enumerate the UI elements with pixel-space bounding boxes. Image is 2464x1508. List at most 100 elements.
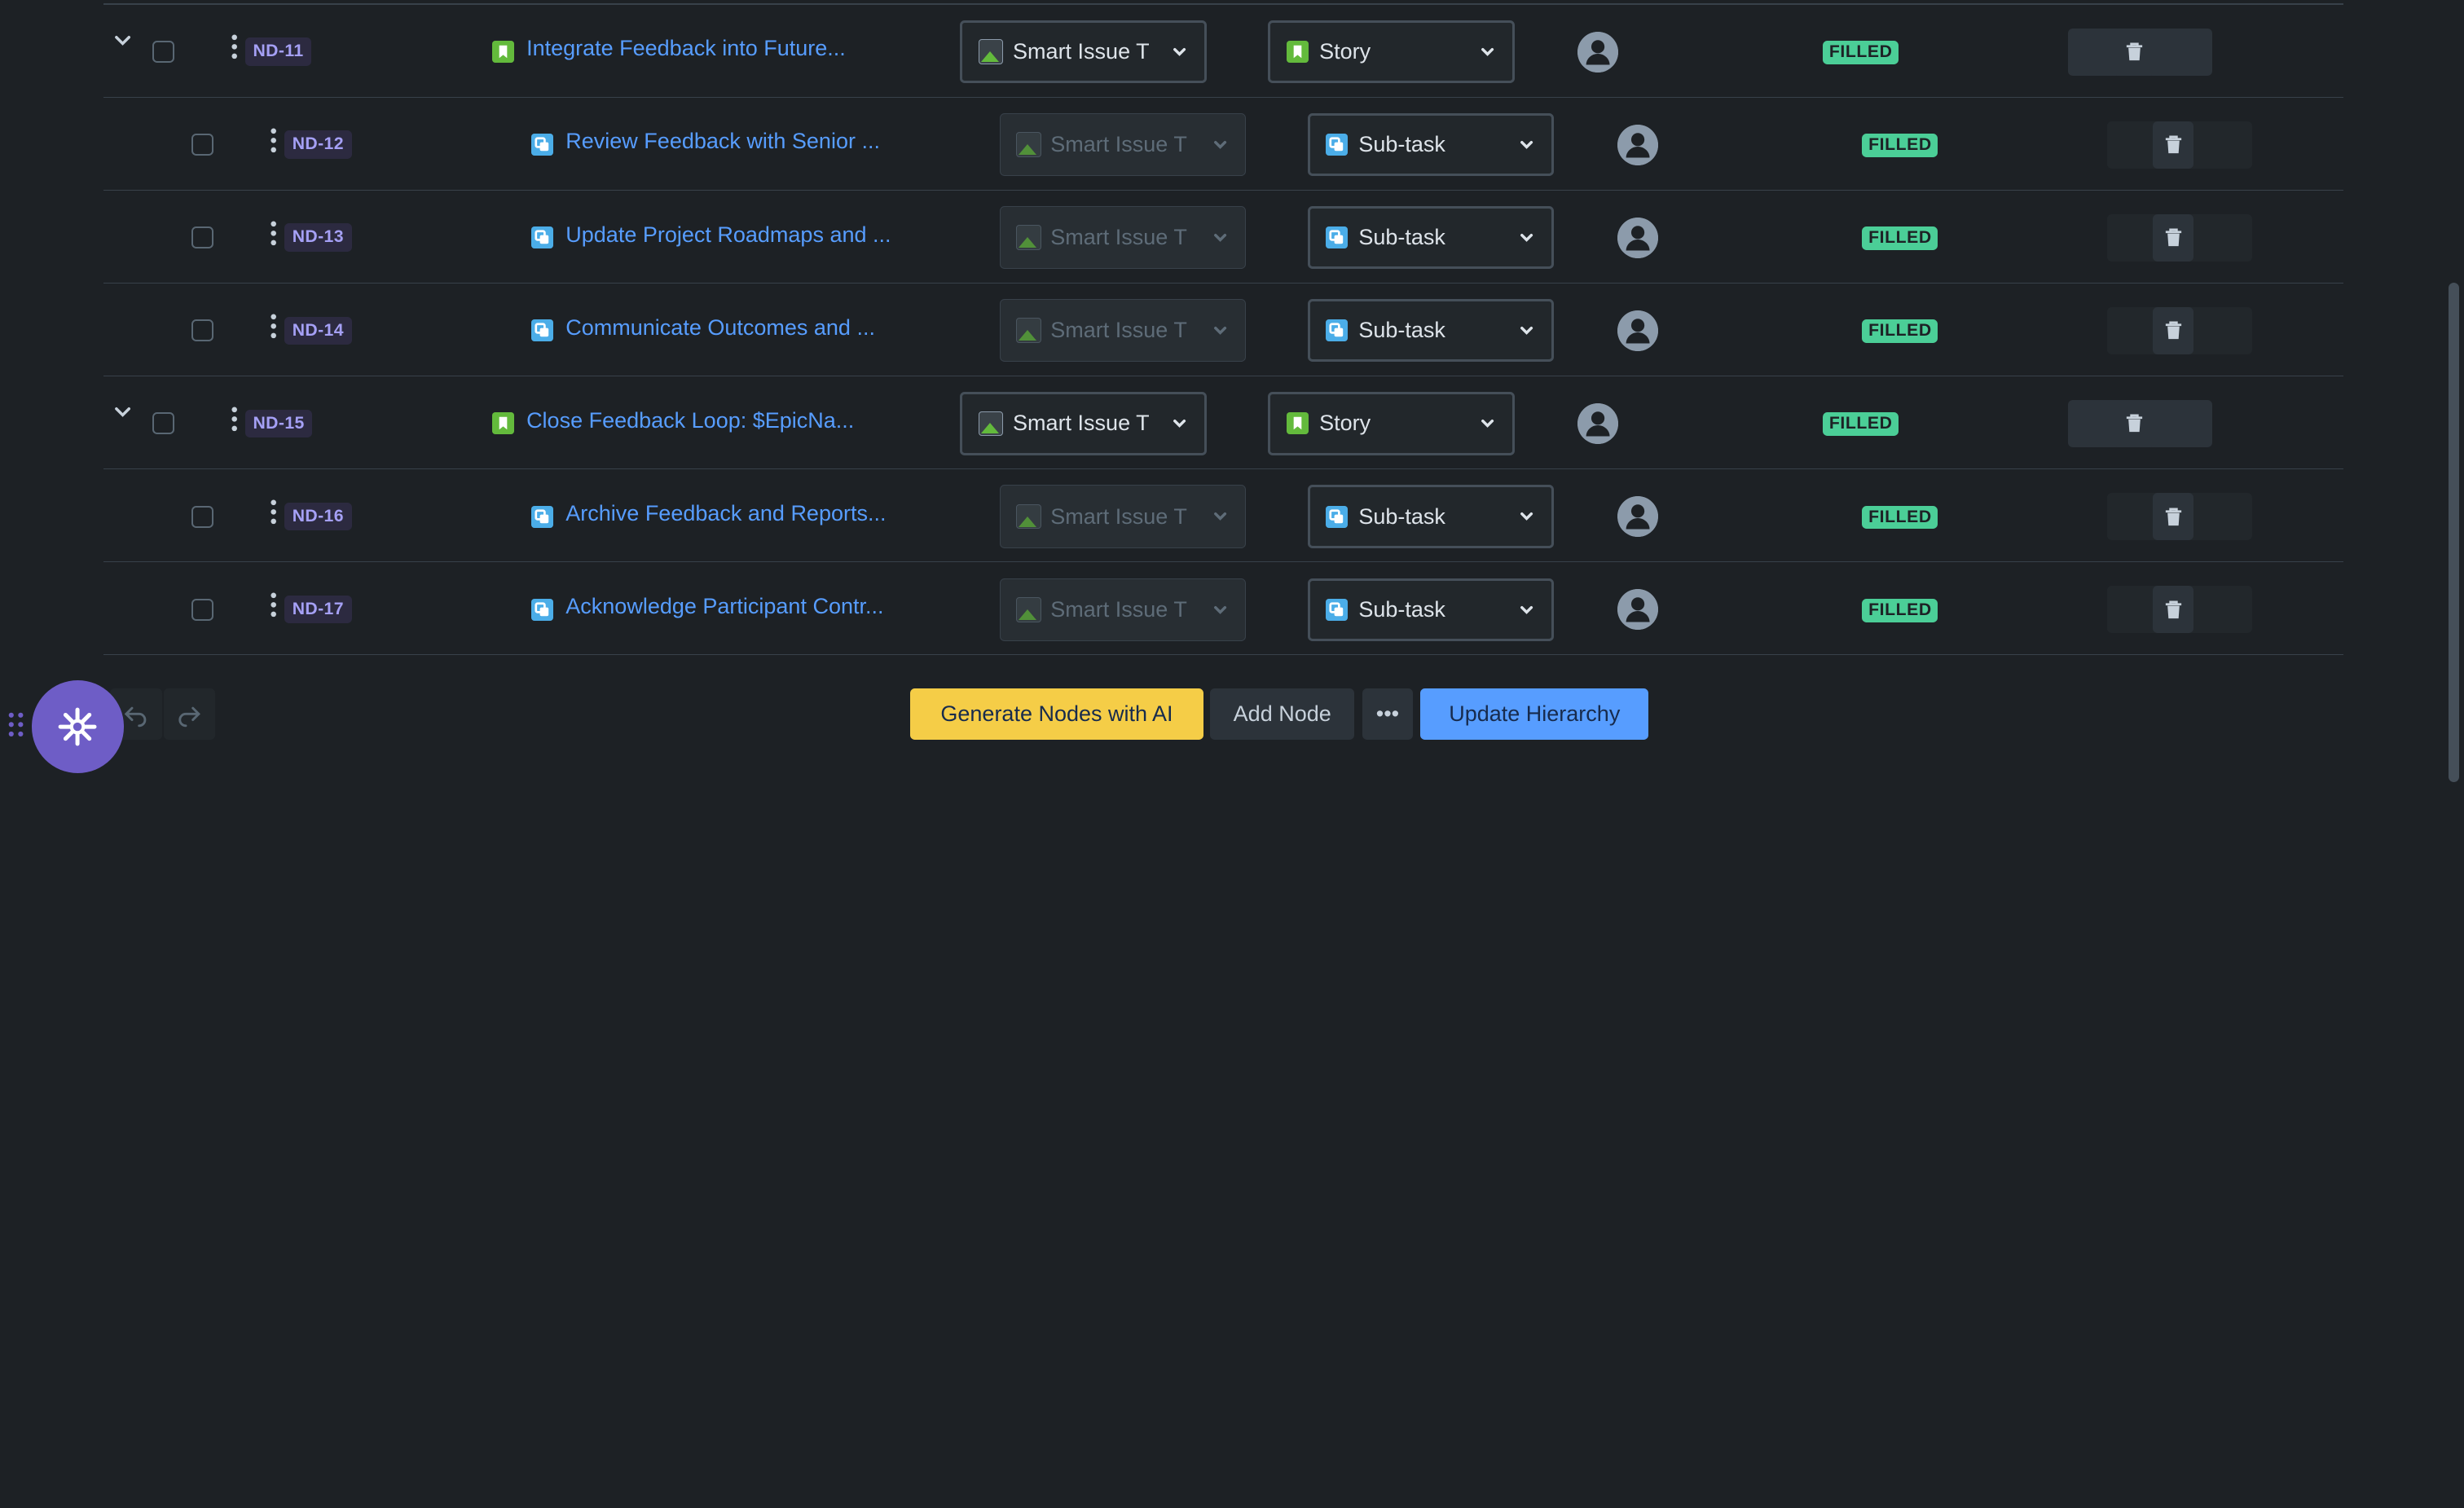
chevron-down-icon xyxy=(1213,512,1227,521)
more-options-button[interactable]: ••• xyxy=(1362,688,1413,741)
undo-icon xyxy=(125,706,147,728)
issue-type-select[interactable]: Sub-task xyxy=(1307,578,1555,641)
assignee-avatar[interactable] xyxy=(1617,495,1658,538)
drag-handle-icon[interactable] xyxy=(267,219,279,248)
issue-type-select[interactable]: Sub-task xyxy=(1307,485,1555,548)
assignee-avatar[interactable] xyxy=(1577,402,1619,444)
subtask-icon xyxy=(530,319,553,342)
drag-handle-icon[interactable] xyxy=(228,33,240,61)
row-checkbox[interactable] xyxy=(191,505,214,528)
assignee-avatar[interactable] xyxy=(1617,217,1658,258)
generate-nodes-button[interactable]: Generate Nodes with AI xyxy=(909,688,1204,741)
assistant-fab-button[interactable] xyxy=(31,680,125,773)
issue-type-select-value: Story xyxy=(1319,39,1371,64)
add-node-button[interactable]: Add Node xyxy=(1210,688,1355,741)
status-badge: FILLED xyxy=(1862,505,1938,530)
drag-handle-icon[interactable] xyxy=(267,591,279,619)
delete-node-button[interactable] xyxy=(2153,213,2194,262)
assignee-avatar[interactable] xyxy=(1617,310,1658,351)
template-select: Smart Issue T xyxy=(999,578,1247,641)
issue-key: ND-17 xyxy=(284,595,352,624)
drag-handle-icon[interactable] xyxy=(267,498,279,526)
issue-type-select-value: Sub-task xyxy=(1358,225,1445,250)
row-checkbox[interactable] xyxy=(152,412,175,435)
delete-node-button[interactable] xyxy=(2153,306,2194,354)
image-placeholder-icon xyxy=(1015,318,1041,344)
image-placeholder-icon xyxy=(1015,503,1041,530)
row-checkbox[interactable] xyxy=(191,226,214,249)
table-row: ND-13 Update Project Roadmaps and ... Sm… xyxy=(103,191,2343,284)
hierarchy-editor: ND-11 Integrate Feedback into Future... … xyxy=(0,0,2464,783)
chevron-down-icon xyxy=(1520,327,1533,336)
template-select[interactable]: Smart Issue T xyxy=(960,20,1208,84)
story-icon xyxy=(1286,41,1309,64)
trash-icon xyxy=(2126,42,2142,61)
update-hierarchy-button[interactable]: Update Hierarchy xyxy=(1420,688,1649,741)
template-select-value: Smart Issue T xyxy=(1050,225,1187,250)
issue-key: ND-13 xyxy=(284,223,352,253)
issue-title-link[interactable]: Close Feedback Loop: $EpicNa... xyxy=(526,408,854,433)
chevron-down-icon xyxy=(1173,48,1186,56)
story-icon xyxy=(1286,412,1309,435)
issue-key: ND-16 xyxy=(284,502,352,531)
trash-icon xyxy=(2165,600,2181,618)
issue-type-select[interactable]: Sub-task xyxy=(1307,206,1555,270)
status-badge: FILLED xyxy=(1823,412,1899,437)
table-row: ND-12 Review Feedback with Senior ... Sm… xyxy=(103,98,2343,191)
issue-title-link[interactable]: Update Project Roadmaps and ... xyxy=(565,222,891,248)
status-badge: FILLED xyxy=(1823,41,1899,65)
chevron-down-icon xyxy=(1213,234,1227,243)
chevron-down-icon[interactable] xyxy=(113,27,139,52)
delete-node-button[interactable] xyxy=(2113,28,2155,76)
chevron-down-icon xyxy=(1213,327,1227,336)
trash-icon xyxy=(2165,135,2181,154)
drag-handle-icon[interactable] xyxy=(228,405,240,433)
issue-title-link[interactable]: Review Feedback with Senior ... xyxy=(565,129,880,154)
template-select-value: Smart Issue T xyxy=(1050,132,1187,157)
drag-handle-icon[interactable] xyxy=(267,126,279,155)
issue-type-select[interactable]: Story xyxy=(1268,392,1516,455)
assignee-avatar[interactable] xyxy=(1577,31,1619,73)
template-select[interactable]: Smart Issue T xyxy=(960,392,1208,455)
subtask-icon xyxy=(530,226,553,249)
chevron-down-icon xyxy=(1213,605,1227,614)
delete-node-button[interactable] xyxy=(2153,493,2194,540)
template-select: Smart Issue T xyxy=(999,206,1247,270)
subtask-icon xyxy=(1325,505,1348,528)
issue-key: ND-14 xyxy=(284,316,352,345)
chevron-down-icon xyxy=(1520,605,1533,614)
template-select: Smart Issue T xyxy=(999,299,1247,363)
chevron-down-icon xyxy=(1520,512,1533,521)
delete-node-button[interactable] xyxy=(2113,400,2155,447)
chevron-down-icon[interactable] xyxy=(113,398,139,424)
issue-type-select[interactable]: Sub-task xyxy=(1307,299,1555,363)
issue-title-link[interactable]: Archive Feedback and Reports... xyxy=(565,501,886,526)
redo-button[interactable] xyxy=(163,688,216,741)
issue-title-link[interactable]: Communicate Outcomes and ... xyxy=(565,315,875,341)
subtask-icon xyxy=(1325,134,1348,156)
issue-type-select[interactable]: Sub-task xyxy=(1307,113,1555,177)
issue-title-link[interactable]: Acknowledge Participant Contr... xyxy=(565,594,883,619)
subtask-icon xyxy=(530,505,553,528)
drag-handle-icon[interactable] xyxy=(267,312,279,341)
row-checkbox[interactable] xyxy=(191,319,214,342)
row-checkbox[interactable] xyxy=(152,41,175,64)
issue-title-link[interactable]: Integrate Feedback into Future... xyxy=(526,36,846,61)
delete-node-button[interactable] xyxy=(2153,121,2194,169)
issue-type-select[interactable]: Story xyxy=(1268,20,1516,84)
subtask-icon xyxy=(1325,319,1348,342)
row-checkbox[interactable] xyxy=(191,598,214,621)
subtask-icon xyxy=(530,134,553,156)
assignee-avatar[interactable] xyxy=(1617,589,1658,631)
delete-node-button[interactable] xyxy=(2153,586,2194,633)
trash-icon xyxy=(2165,321,2181,340)
image-placeholder-icon xyxy=(1015,225,1041,251)
drag-grip-icon[interactable] xyxy=(7,710,25,739)
table-row: ND-17 Acknowledge Participant Contr... S… xyxy=(103,562,2343,656)
vertical-scrollbar[interactable] xyxy=(2448,283,2460,783)
row-checkbox[interactable] xyxy=(191,134,214,156)
chevron-down-icon xyxy=(1481,420,1494,429)
issue-type-select-value: Sub-task xyxy=(1358,596,1445,622)
story-icon xyxy=(491,412,514,435)
assignee-avatar[interactable] xyxy=(1617,124,1658,165)
